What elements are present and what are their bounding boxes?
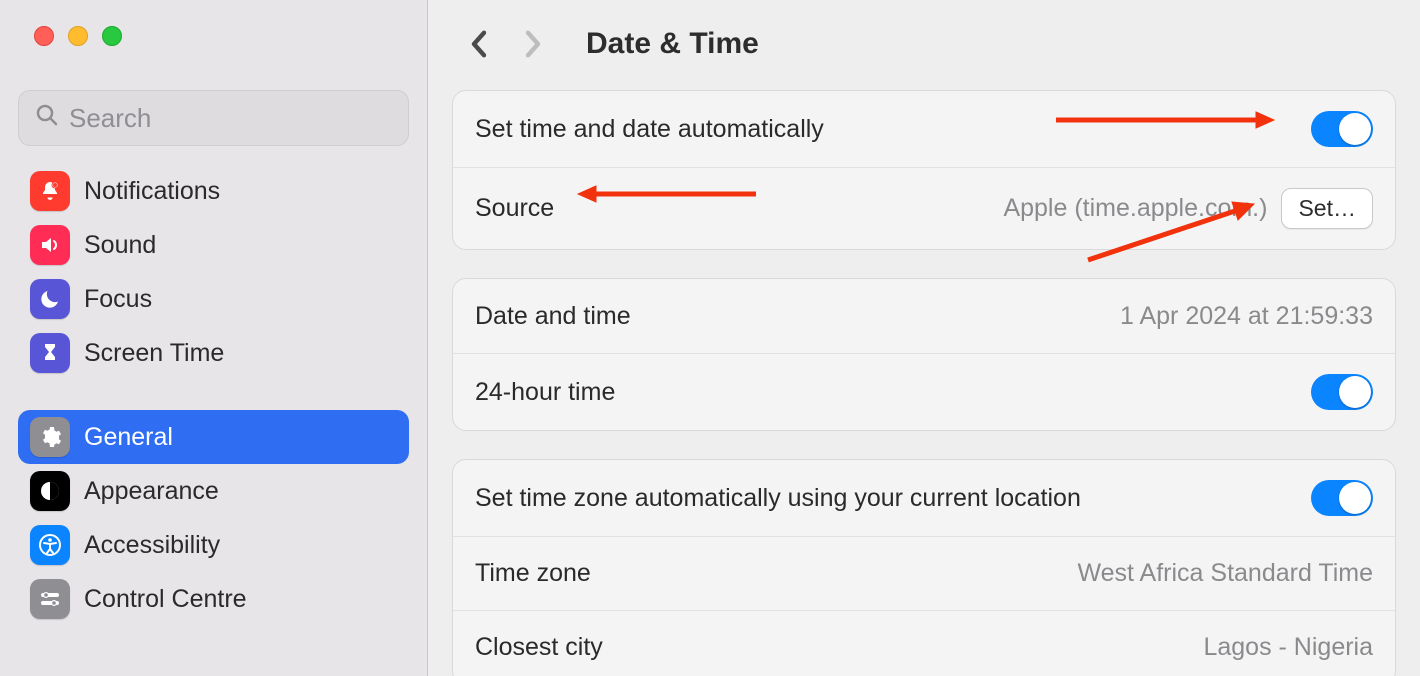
sidebar-item-sound[interactable]: Sound [18, 218, 409, 272]
header: Date & Time [452, 16, 1396, 72]
accessibility-icon [30, 525, 70, 565]
search-input[interactable] [69, 103, 392, 134]
speaker-icon [30, 225, 70, 265]
sidebar: Notifications Sound Focus Screen Time [0, 0, 428, 676]
page-title: Date & Time [586, 27, 759, 61]
tz-value: West Africa Standard Time [1078, 559, 1374, 588]
card-auto-set: Set time and date automatically Source A… [452, 90, 1396, 250]
row-source: Source Apple (time.apple.com.) Set… [453, 167, 1395, 249]
search-field[interactable] [18, 90, 409, 146]
hourglass-icon [30, 333, 70, 373]
control-centre-icon [30, 579, 70, 619]
toggle-set-auto[interactable] [1311, 111, 1373, 147]
row-closest-city: Closest city Lagos - Nigeria [453, 610, 1395, 676]
card-date-format: Date and time 1 Apr 2024 at 21:59:33 24-… [452, 278, 1396, 431]
gear-icon [30, 417, 70, 457]
row-tz-auto: Set time zone automatically using your c… [453, 460, 1395, 536]
row-date-time: Date and time 1 Apr 2024 at 21:59:33 [453, 279, 1395, 353]
sidebar-item-label: Appearance [84, 477, 397, 506]
row-label: Closest city [475, 633, 603, 662]
sidebar-item-screen-time[interactable]: Screen Time [18, 326, 409, 380]
source-value: Apple (time.apple.com.) [1003, 194, 1267, 223]
row-label: Set time and date automatically [475, 115, 824, 144]
row-24h: 24-hour time [453, 353, 1395, 430]
row-label: Set time zone automatically using your c… [475, 484, 1081, 513]
sidebar-item-control-centre[interactable]: Control Centre [18, 572, 409, 626]
window-controls [0, 0, 427, 46]
appearance-icon [30, 471, 70, 511]
content-pane: Date & Time Set time and date automatica… [428, 0, 1420, 676]
row-set-auto: Set time and date automatically [453, 91, 1395, 167]
sidebar-item-label: Accessibility [84, 531, 397, 560]
set-source-button[interactable]: Set… [1281, 188, 1373, 229]
card-timezone: Set time zone automatically using your c… [452, 459, 1396, 676]
window-close-button[interactable] [34, 26, 54, 46]
toggle-24h[interactable] [1311, 374, 1373, 410]
sidebar-group-2: General Appearance Accessibility Control… [0, 410, 427, 626]
city-value: Lagos - Nigeria [1203, 633, 1373, 662]
row-label: Date and time [475, 302, 631, 331]
window-minimize-button[interactable] [68, 26, 88, 46]
sidebar-group-1: Notifications Sound Focus Screen Time [0, 164, 427, 380]
sidebar-item-appearance[interactable]: Appearance [18, 464, 409, 518]
bell-badge-icon [30, 171, 70, 211]
sidebar-item-accessibility[interactable]: Accessibility [18, 518, 409, 572]
toggle-tz-auto[interactable] [1311, 480, 1373, 516]
row-tz: Time zone West Africa Standard Time [453, 536, 1395, 610]
search-container [0, 46, 427, 164]
row-label: 24-hour time [475, 378, 615, 407]
nav-forward-button[interactable] [514, 25, 552, 63]
row-label: Time zone [475, 559, 591, 588]
sidebar-item-notifications[interactable]: Notifications [18, 164, 409, 218]
settings-window: Notifications Sound Focus Screen Time [0, 0, 1420, 676]
date-time-value: 1 Apr 2024 at 21:59:33 [1120, 302, 1373, 331]
sidebar-item-general[interactable]: General [18, 410, 409, 464]
sidebar-item-label: Screen Time [84, 339, 397, 368]
sidebar-item-label: Focus [84, 285, 397, 314]
sidebar-item-label: Notifications [84, 177, 397, 206]
search-icon [35, 103, 69, 134]
nav-back-button[interactable] [460, 25, 498, 63]
moon-icon [30, 279, 70, 319]
window-fullscreen-button[interactable] [102, 26, 122, 46]
sidebar-item-label: Sound [84, 231, 397, 260]
sidebar-item-label: Control Centre [84, 585, 397, 614]
row-label: Source [475, 194, 554, 223]
sidebar-item-focus[interactable]: Focus [18, 272, 409, 326]
sidebar-item-label: General [84, 423, 397, 452]
